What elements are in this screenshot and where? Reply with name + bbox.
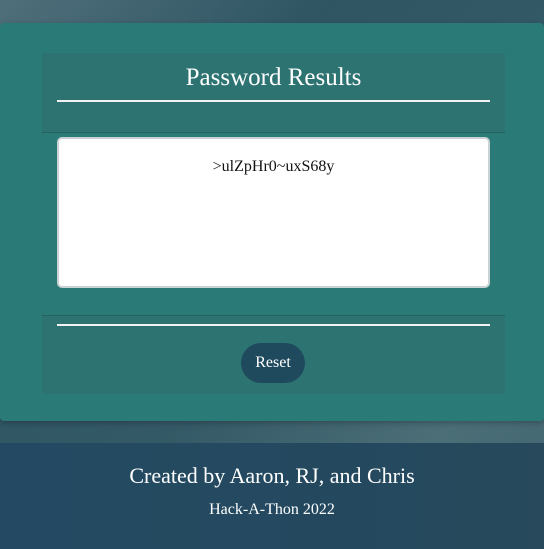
password-output-box[interactable]: >ulZpHr0~uxS68y: [57, 137, 490, 288]
card-header: Password Results: [42, 53, 505, 133]
card-footer: Reset: [42, 315, 505, 394]
footer-divider: [57, 324, 490, 326]
generated-password[interactable]: >ulZpHr0~uxS68y: [59, 157, 488, 177]
password-results-card: Password Results >ulZpHr0~uxS68y Reset: [0, 23, 544, 421]
title-divider: [57, 100, 490, 102]
site-footer: Created by Aaron, RJ, and Chris Hack-A-T…: [0, 443, 544, 549]
reset-button[interactable]: Reset: [241, 343, 305, 383]
page-title: Password Results: [185, 64, 362, 91]
credits-text: Created by Aaron, RJ, and Chris: [129, 463, 415, 488]
event-text: Hack-A-Thon 2022: [209, 501, 335, 518]
